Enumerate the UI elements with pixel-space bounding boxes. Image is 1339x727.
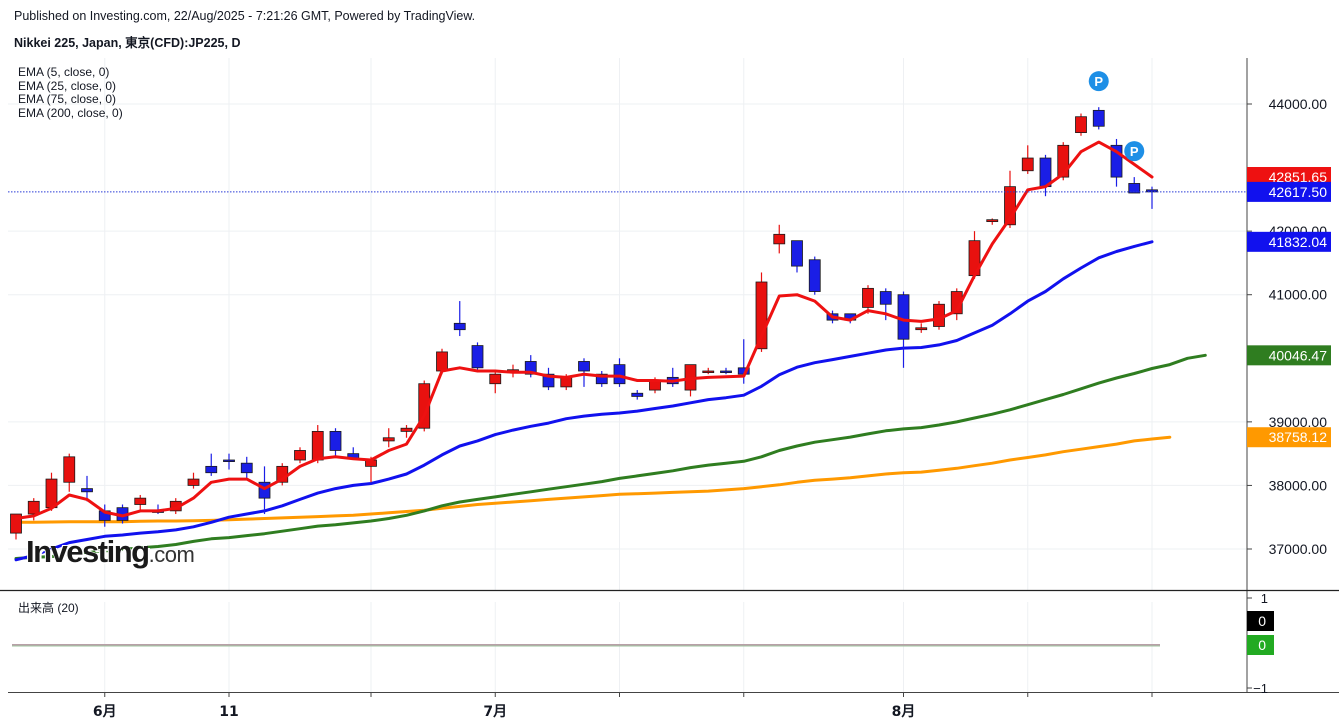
candle-down: [897, 294, 910, 340]
candle-up: [773, 233, 786, 245]
candle-up: [702, 370, 715, 374]
candle-up: [1021, 157, 1034, 172]
candle-down: [879, 291, 892, 305]
candle-up: [400, 427, 413, 432]
ema-25-line: [14, 240, 1154, 562]
y-axis-tick-label: 37000.00: [1269, 541, 1328, 557]
pivot-marker-label: P: [1130, 144, 1139, 159]
y-axis-tick-label: 41000.00: [1269, 287, 1328, 303]
volume-axis-tick-label: 1: [1261, 591, 1268, 606]
x-axis-label: 6月: [93, 704, 117, 720]
candle-up: [45, 478, 58, 509]
volume-value-text: 0: [1258, 613, 1266, 629]
candle-up: [294, 450, 306, 461]
candle-up: [986, 219, 999, 223]
legend-ema-200: EMA (200, close, 0): [18, 105, 123, 120]
candle-down: [471, 345, 484, 369]
x-axis-label: 8月: [892, 704, 916, 720]
candle-up: [489, 373, 502, 385]
candle-up: [933, 303, 945, 327]
price-label-text: 41832.04: [1269, 234, 1328, 250]
candle-up: [311, 430, 324, 461]
logo-suffix: .com: [148, 542, 195, 567]
volume-legend: 出来高 (20): [18, 601, 79, 615]
candle-down: [1092, 109, 1105, 127]
price-chart[interactable]: PP 37000.0038000.0039000.0041000.0042000…: [0, 0, 1339, 727]
price-label-text: 40046.47: [1269, 347, 1328, 363]
ema-legend: EMA (5, close, 0) EMA (25, close, 0) EMA…: [18, 65, 123, 120]
investing-logo: Investing.com: [26, 534, 195, 570]
x-axis-label: 7月: [483, 704, 507, 720]
volume-panel: 1 −1 0 0: [12, 591, 1274, 696]
volume-axis-tick-label: −1: [1253, 681, 1268, 696]
candle-up: [187, 478, 200, 486]
volume-value-text: 0: [1258, 637, 1266, 653]
candle-down: [81, 488, 93, 493]
candle-down: [329, 430, 342, 451]
candle-down: [720, 370, 732, 374]
y-axis-tick-label: 44000.00: [1269, 96, 1328, 112]
candle-down: [791, 240, 803, 267]
candle-down: [240, 462, 253, 474]
legend-ema-5: EMA (5, close, 0): [18, 65, 110, 79]
candle-down: [205, 465, 218, 474]
price-labels-group: 42851.6542617.5041832.0440046.4738758.12: [1247, 167, 1331, 448]
ema-25-line-group: [14, 240, 1154, 562]
candle-down: [223, 459, 235, 463]
candle-up: [134, 497, 147, 505]
x-axis-labels: 6月 11 7月 8月: [93, 692, 1153, 720]
price-label-text: 42617.50: [1269, 184, 1328, 200]
pivot-marker-label: P: [1094, 74, 1103, 89]
candle-up: [915, 327, 928, 331]
candle-down: [578, 361, 590, 372]
candle-down: [258, 481, 271, 499]
legend-ema-25: EMA (25, close, 0): [18, 78, 117, 93]
candle-down: [631, 392, 644, 397]
x-axis-label: 11: [219, 704, 238, 720]
candle-up: [27, 500, 40, 515]
candles-group: [10, 107, 1158, 540]
logo-main: Investing: [26, 534, 150, 569]
y-axis-tick-label: 38000.00: [1269, 477, 1328, 493]
candle-down: [808, 259, 821, 292]
candle-up: [382, 437, 395, 442]
candle-up: [1075, 116, 1087, 134]
candle-up: [63, 456, 76, 483]
legend-ema-75: EMA (75, close, 0): [18, 92, 117, 107]
price-label-text: 38758.12: [1269, 429, 1328, 445]
candle-down: [453, 322, 466, 331]
candle-up: [436, 351, 448, 372]
candle-down: [613, 364, 626, 385]
candle-up: [862, 287, 874, 308]
